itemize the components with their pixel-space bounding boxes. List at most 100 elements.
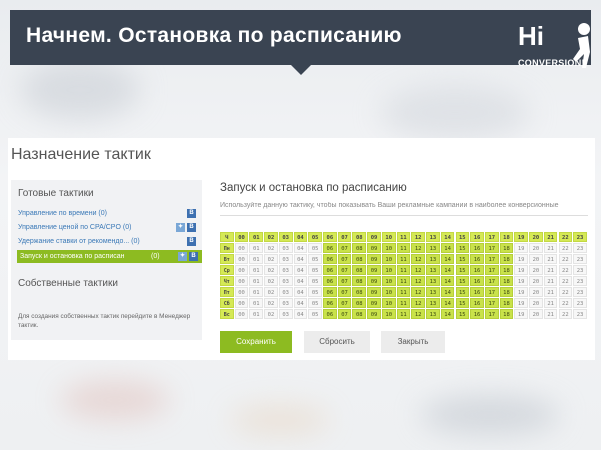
hour-header[interactable]: 17 [484,232,499,242]
schedule-cell[interactable]: 01 [249,254,264,264]
schedule-cell[interactable]: 02 [264,298,278,308]
schedule-cell[interactable]: 05 [308,265,322,275]
schedule-cell[interactable]: 21 [543,243,558,253]
schedule-cell[interactable]: 02 [264,254,278,264]
schedule-cell[interactable]: 06 [323,298,337,308]
schedule-cell[interactable]: 22 [558,309,573,319]
schedule-cell[interactable]: 02 [264,243,278,253]
schedule-cell[interactable]: 18 [499,265,514,275]
schedule-cell[interactable]: 05 [308,243,322,253]
schedule-cell[interactable]: 09 [367,298,381,308]
schedule-cell[interactable]: 18 [499,287,514,297]
schedule-cell[interactable]: 06 [323,243,337,253]
schedule-cell[interactable]: 10 [381,243,396,253]
schedule-cell[interactable]: 09 [367,309,381,319]
hour-header[interactable]: 22 [558,232,573,242]
schedule-cell[interactable]: 02 [264,265,278,275]
schedule-cell[interactable]: 17 [484,287,499,297]
schedule-cell[interactable]: 11 [396,298,411,308]
hour-header[interactable]: 15 [455,232,470,242]
hour-header[interactable]: 16 [470,232,484,242]
schedule-cell[interactable]: 04 [293,265,308,275]
schedule-cell[interactable]: 05 [308,298,322,308]
schedule-cell[interactable]: 12 [411,309,425,319]
schedule-cell[interactable]: 18 [499,276,514,286]
schedule-cell[interactable]: 07 [337,276,352,286]
schedule-cell[interactable]: 16 [470,243,484,253]
day-header[interactable]: Сб [220,298,234,308]
schedule-cell[interactable]: 04 [293,287,308,297]
schedule-cell[interactable]: 04 [293,298,308,308]
schedule-cell[interactable]: 09 [367,276,381,286]
hour-header[interactable]: 10 [381,232,396,242]
schedule-cell[interactable]: 01 [249,298,264,308]
schedule-cell[interactable]: 00 [234,276,249,286]
day-header[interactable]: Ср [220,265,234,275]
schedule-cell[interactable]: 15 [455,276,470,286]
schedule-cell[interactable]: 07 [337,254,352,264]
hour-header[interactable]: 03 [278,232,293,242]
schedule-cell[interactable]: 03 [278,276,293,286]
schedule-cell[interactable]: 21 [543,254,558,264]
schedule-cell[interactable]: 08 [352,265,367,275]
schedule-cell[interactable]: 01 [249,276,264,286]
schedule-cell[interactable]: 23 [573,254,587,264]
schedule-cell[interactable]: 23 [573,243,587,253]
schedule-cell[interactable]: 14 [440,309,455,319]
schedule-cell[interactable]: 01 [249,309,264,319]
schedule-cell[interactable]: 23 [573,298,587,308]
schedule-cell[interactable]: 13 [426,309,440,319]
hour-header[interactable]: 07 [337,232,352,242]
schedule-cell[interactable]: 06 [323,309,337,319]
schedule-cell[interactable]: 05 [308,276,322,286]
hour-header[interactable]: 04 [293,232,308,242]
schedule-cell[interactable]: 03 [278,287,293,297]
sidebar-item-bid-hold[interactable]: Удержание ставки от рекомендо... (0) B [18,235,198,248]
sidebar-item-time-control[interactable]: Управление по времени (0) B [18,207,198,220]
schedule-cell[interactable]: 19 [514,254,528,264]
schedule-cell[interactable]: 18 [499,298,514,308]
schedule-cell[interactable]: 05 [308,254,322,264]
schedule-cell[interactable]: 06 [323,276,337,286]
hour-header[interactable]: 18 [499,232,514,242]
schedule-cell[interactable]: 10 [381,309,396,319]
hour-header[interactable]: 02 [264,232,278,242]
schedule-cell[interactable]: 01 [249,265,264,275]
schedule-cell[interactable]: 02 [264,287,278,297]
schedule-cell[interactable]: 17 [484,298,499,308]
hour-header[interactable]: 08 [352,232,367,242]
sidebar-item-cpa-control[interactable]: Управление ценой по CPA/CPO (0) ✦ B [18,221,198,234]
schedule-cell[interactable]: 22 [558,298,573,308]
schedule-cell[interactable]: 11 [396,309,411,319]
schedule-cell[interactable]: 17 [484,265,499,275]
schedule-cell[interactable]: 14 [440,243,455,253]
schedule-cell[interactable]: 14 [440,298,455,308]
schedule-cell[interactable]: 02 [264,309,278,319]
schedule-cell[interactable]: 12 [411,265,425,275]
hour-header[interactable]: 13 [426,232,440,242]
schedule-cell[interactable]: 11 [396,287,411,297]
schedule-cell[interactable]: 11 [396,276,411,286]
schedule-cell[interactable]: 15 [455,287,470,297]
schedule-cell[interactable]: 14 [440,265,455,275]
schedule-cell[interactable]: 20 [529,265,543,275]
schedule-cell[interactable]: 20 [529,298,543,308]
schedule-cell[interactable]: 00 [234,298,249,308]
schedule-cell[interactable]: 18 [499,309,514,319]
schedule-cell[interactable]: 00 [234,309,249,319]
schedule-cell[interactable]: 08 [352,287,367,297]
schedule-cell[interactable]: 20 [529,243,543,253]
schedule-cell[interactable]: 01 [249,287,264,297]
schedule-cell[interactable]: 05 [308,309,322,319]
schedule-cell[interactable]: 16 [470,276,484,286]
schedule-cell[interactable]: 12 [411,276,425,286]
schedule-cell[interactable]: 16 [470,298,484,308]
schedule-cell[interactable]: 11 [396,243,411,253]
schedule-cell[interactable]: 00 [234,265,249,275]
schedule-cell[interactable]: 04 [293,243,308,253]
schedule-cell[interactable]: 00 [234,254,249,264]
schedule-cell[interactable]: 08 [352,276,367,286]
schedule-cell[interactable]: 00 [234,243,249,253]
schedule-cell[interactable]: 10 [381,276,396,286]
day-header[interactable]: Пт [220,287,234,297]
